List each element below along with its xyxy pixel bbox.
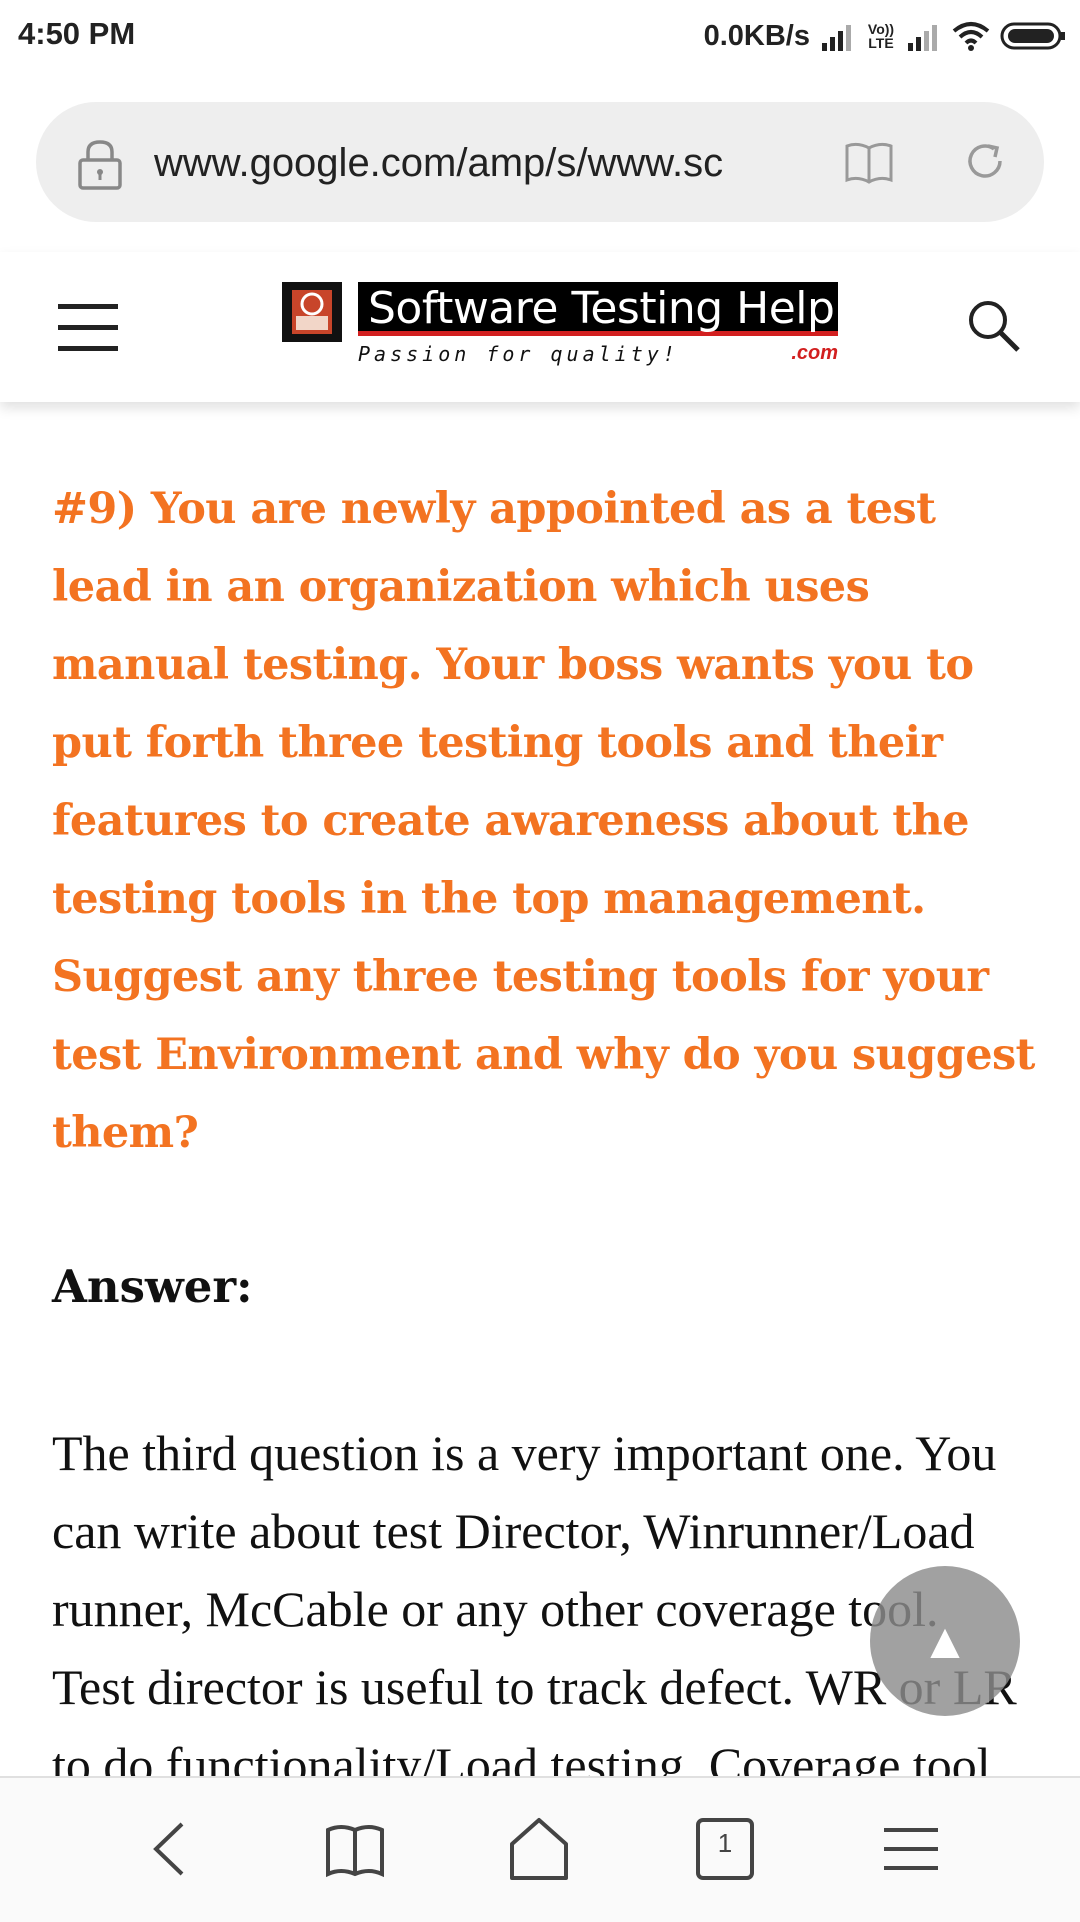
up-arrow-icon: ▲ [920,1613,970,1669]
signal-icon [822,25,851,51]
menu-icon[interactable] [876,1814,946,1884]
search-icon[interactable] [966,298,1022,354]
tabs-button[interactable]: 1 [690,1814,760,1884]
logo-domain: .com [791,342,838,364]
bottom-nav: 1 [0,1776,1080,1922]
scroll-to-top-button[interactable]: ▲ [870,1566,1020,1716]
answer-label: Answer: [52,1260,253,1313]
lock-icon[interactable] [76,138,124,190]
tabs-count: 1 [717,1828,733,1858]
logo-tagline: Passion for quality! [358,342,679,366]
wifi-icon [952,22,990,51]
url-bar[interactable]: www.google.com/amp/s/www.sc [36,102,1044,222]
battery-icon [1000,22,1065,50]
network-speed: 0.0KB/s [703,19,810,52]
signal-icon-2 [908,25,937,51]
status-icons: 0.0KB/s Vo)) LTE [704,14,1066,58]
logo-title: Software Testing Help [358,282,838,336]
refresh-icon[interactable] [962,138,1008,184]
site-header: Software Testing Help Passion for qualit… [0,252,1080,402]
hamburger-icon[interactable] [58,302,118,354]
site-logo[interactable]: Software Testing Help Passion for qualit… [282,282,838,374]
address-area: www.google.com/amp/s/www.sc [0,72,1080,252]
book-icon[interactable] [844,140,894,184]
volte-label: Vo)) LTE [866,22,896,50]
back-icon[interactable] [136,1814,206,1884]
status-time: 4:50 PM [18,16,136,51]
url-text[interactable]: www.google.com/amp/s/www.sc [154,136,814,190]
bookmarks-icon[interactable] [320,1814,390,1884]
home-icon[interactable] [504,1814,574,1884]
status-bar: 4:50 PM 0.0KB/s Vo)) LTE [0,0,1080,72]
logo-badge-icon [282,282,342,342]
question-heading: #9) You are newly appointed as a test le… [52,484,1035,1158]
volte-bottom: LTE [868,35,894,51]
volte-top: Vo)) [867,21,895,37]
